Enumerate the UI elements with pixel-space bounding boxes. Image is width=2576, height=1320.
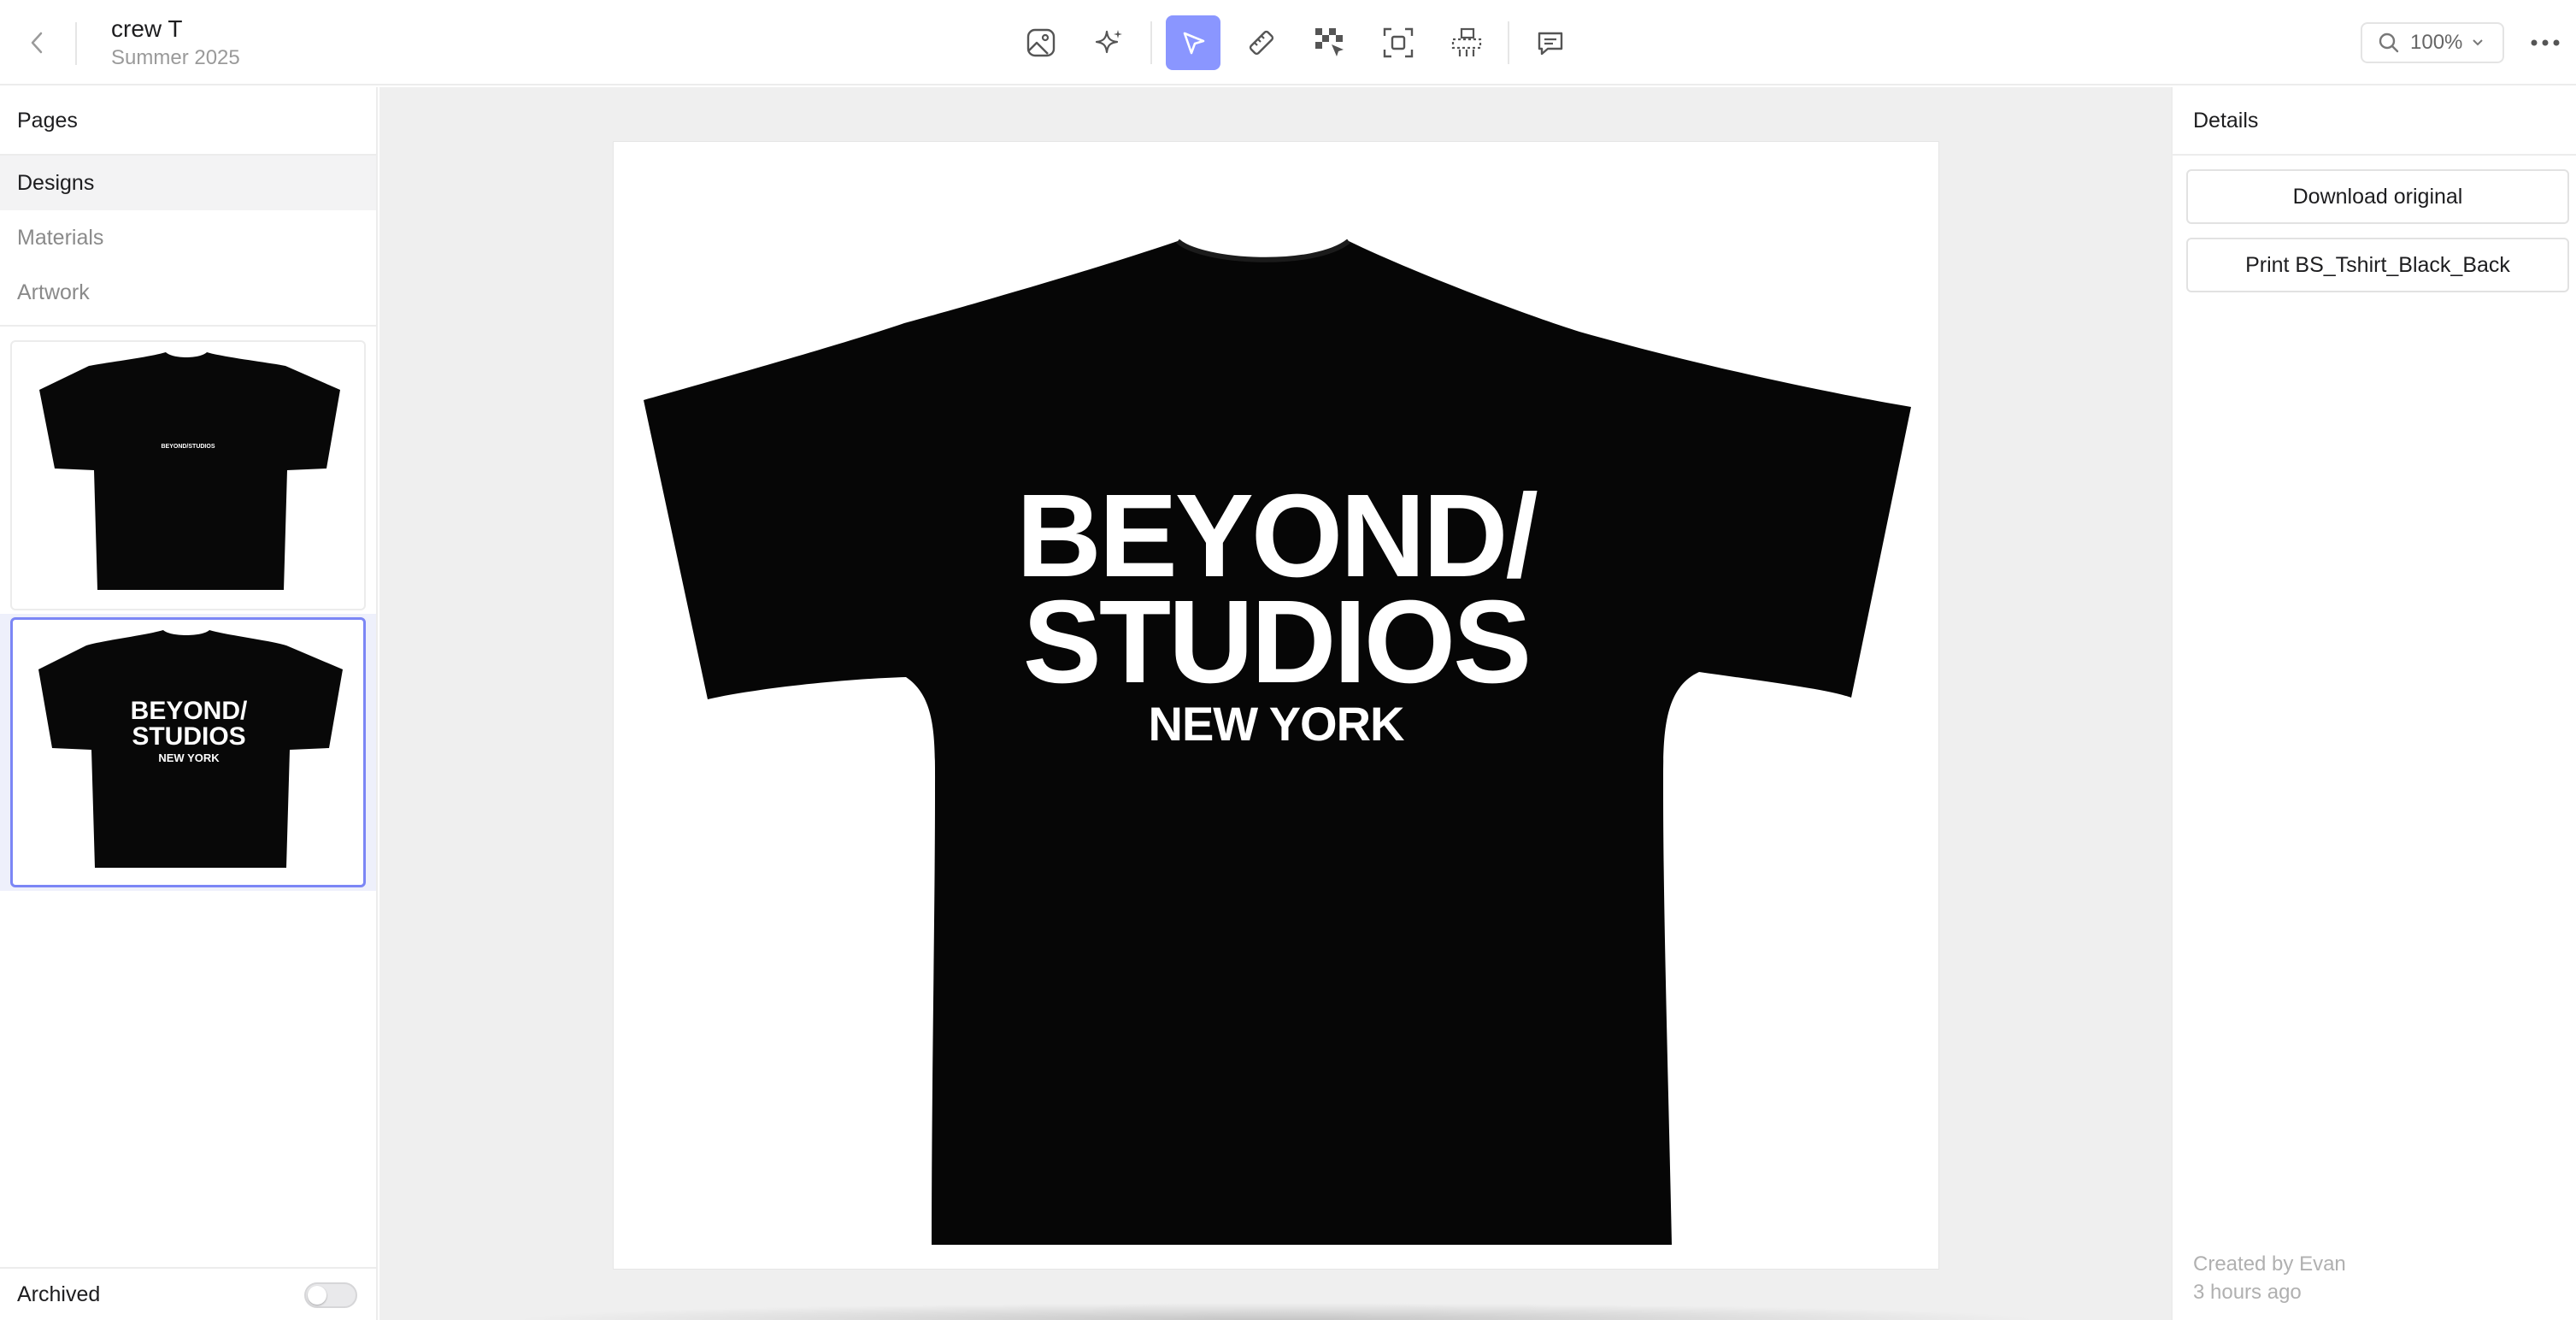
design-thumbnails: BEYOND/STUDIOS BEYOND/ STUDIOS NEW YORK [0,327,376,891]
details-header: Details [2173,87,2576,156]
project-title: crew T [111,15,183,42]
measure-tool-button[interactable] [1234,15,1289,70]
archived-label: Archived [17,1282,101,1306]
chevron-left-icon [31,32,43,54]
thumbnail-back-print-line1: BEYOND/ [131,697,248,725]
more-icon [2531,39,2560,46]
search-icon [2379,32,2399,53]
pattern-tool-button[interactable] [1303,15,1357,70]
details-panel: Details Download original Print BS_Tshir… [2171,87,2576,1320]
pointer-icon [1183,32,1205,55]
thumbnail-back-print-line3: NEW YORK [158,751,220,764]
pages-header: Pages [0,87,376,156]
thumbnail-item[interactable]: BEYOND/STUDIOS [0,337,376,614]
focus-frame-icon [1383,27,1414,58]
top-bar: crew T Summer 2025 100% [0,0,2576,85]
print-button[interactable]: Print BS_Tshirt_Black_Back [2186,238,2569,292]
design-canvas[interactable]: BEYOND/ STUDIOS NEW YORK [379,87,2171,1320]
project-subtitle: Summer 2025 [111,46,240,69]
checker-cursor-icon [1315,28,1344,56]
tshirt-back-image: BEYOND/ STUDIOS NEW YORK [38,630,343,868]
ruler-icon [1249,30,1274,56]
zoom-level: 100% [2410,31,2463,54]
created-by: Created by Evan [2193,1252,2346,1276]
created-time: 3 hours ago [2193,1281,2302,1304]
toggle-knob [308,1286,326,1305]
print-line-studios: STUDIOS [1023,576,1529,708]
thumbnail-item[interactable]: BEYOND/ STUDIOS NEW YORK [0,614,376,891]
ai-tool-button[interactable] [1082,15,1137,70]
focus-tool-button[interactable] [1371,15,1426,70]
page-item-designs[interactable]: Designs [0,156,376,210]
thumbnail-back-print-line2: STUDIOS [132,722,245,751]
toolbar-divider [1150,21,1152,64]
tag-icon [1451,27,1482,56]
tshirt-front-image: BEYOND/STUDIOS [39,352,340,590]
page-list: Designs Materials Artwork [0,156,376,327]
tshirt-back-design[interactable]: BEYOND/ STUDIOS NEW YORK [614,142,1938,1269]
toolbar-divider [1508,21,1509,64]
label-tool-button[interactable] [1439,15,1494,70]
comment-icon [1538,32,1563,56]
image-tool-button[interactable] [1014,15,1068,70]
archived-toggle[interactable] [304,1282,357,1308]
archived-row: Archived [0,1267,376,1320]
comment-tool-button[interactable] [1523,15,1578,70]
thumbnail-front[interactable]: BEYOND/STUDIOS [10,340,366,610]
title-block: crew T Summer 2025 [111,14,240,72]
chevron-down-icon [2473,39,2484,46]
thumbnail-front-print: BEYOND/STUDIOS [161,444,215,450]
page-item-artwork[interactable]: Artwork [0,265,376,320]
artboard[interactable]: BEYOND/ STUDIOS NEW YORK [614,142,1938,1269]
page-item-materials[interactable]: Materials [0,210,376,265]
header-divider [75,22,77,65]
created-meta: Created by Evan 3 hours ago [2193,1250,2346,1306]
thumbnail-back[interactable]: BEYOND/ STUDIOS NEW YORK [10,617,366,887]
sparkle-icon [1095,30,1122,54]
image-icon [1026,28,1056,57]
pages-sidebar: Pages Designs Materials Artwork BEYOND/S… [0,87,378,1320]
zoom-control[interactable]: 100% [2361,22,2504,63]
back-button[interactable] [19,24,56,62]
select-tool-button[interactable] [1166,15,1220,70]
more-button[interactable] [2526,24,2564,62]
download-original-button[interactable]: Download original [2186,169,2569,224]
canvas-shadow [508,1303,2046,1320]
print-line-new-york: NEW YORK [1149,697,1405,751]
toolbar [1014,15,1591,70]
